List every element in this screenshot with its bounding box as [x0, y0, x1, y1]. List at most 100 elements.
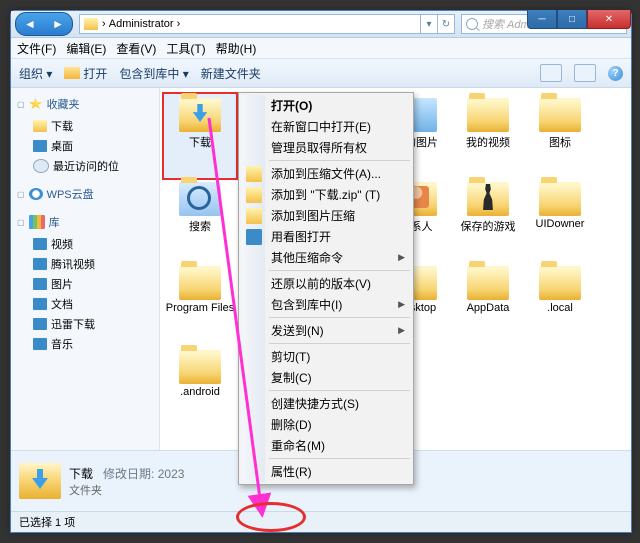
menu-edit[interactable]: 编辑(E): [66, 40, 106, 57]
ctx-delete[interactable]: 删除(D): [241, 414, 411, 435]
folder-uidowner[interactable]: UIDowner: [524, 178, 596, 262]
music-icon: [33, 338, 47, 350]
forward-icon: ►: [52, 17, 64, 31]
folder-icon: [539, 182, 581, 216]
help-icon[interactable]: ?: [608, 66, 623, 81]
status-bar: 已选择 1 项: [11, 511, 631, 532]
back-icon: ◄: [24, 17, 36, 31]
body: ▢ 收藏夹 下载 桌面 最近访问的位 ▢ WPS云盘 ▢: [11, 88, 631, 450]
desktop-icon: [33, 140, 47, 152]
refresh-button[interactable]: ↻: [438, 14, 455, 34]
sidebar-desktop[interactable]: 桌面: [15, 136, 155, 156]
sidebar-videos[interactable]: 视频: [15, 234, 155, 254]
ctx-copy[interactable]: 复制(C): [241, 367, 411, 388]
ctx-restore-previous[interactable]: 还原以前的版本(V): [241, 273, 411, 294]
toolbar-open[interactable]: 打开: [64, 65, 107, 82]
folder-appdata[interactable]: AppData: [452, 262, 524, 346]
ctx-open-image[interactable]: 用看图打开: [241, 226, 411, 247]
folder-local[interactable]: .local: [524, 262, 596, 346]
star-icon: [29, 98, 43, 110]
address-dropdown[interactable]: ▾: [421, 14, 438, 34]
ctx-add-image-zip[interactable]: 添加到图片压缩: [241, 205, 411, 226]
toolbar-new-folder[interactable]: 新建文件夹: [201, 65, 261, 82]
address-bar[interactable]: › Administrator ›: [79, 14, 421, 34]
ctx-other-compress[interactable]: 其他压缩命令▶: [241, 247, 411, 268]
expand-icon: ▢: [17, 100, 25, 109]
window-controls: ─ □ ✕: [527, 10, 631, 29]
video-icon: [33, 238, 47, 250]
minimize-button[interactable]: ─: [527, 10, 557, 29]
view-options-icon[interactable]: [540, 64, 562, 82]
zip-icon: [246, 166, 262, 182]
ctx-add-to-zip[interactable]: 添加到 "下载.zip" (T): [241, 184, 411, 205]
search-icon: [466, 18, 478, 30]
preview-pane-icon[interactable]: [574, 64, 596, 82]
wps-icon: [29, 188, 43, 200]
context-menu: 打开(O) 在新窗口中打开(E) 管理员取得所有权 添加到压缩文件(A)... …: [238, 92, 414, 485]
address-text: Administrator ›: [109, 18, 181, 30]
ctx-add-archive[interactable]: 添加到压缩文件(A)...: [241, 163, 411, 184]
submenu-arrow-icon: ▶: [398, 252, 405, 263]
folder-icon: [539, 266, 581, 300]
maximize-button[interactable]: □: [557, 10, 587, 29]
folder-saved-games[interactable]: 保存的游戏: [452, 178, 524, 262]
menu-file[interactable]: 文件(F): [17, 40, 56, 57]
toolbar: 组织 ▾ 打开 包含到库中 ▾ 新建文件夹 ?: [11, 59, 631, 88]
menu-tools[interactable]: 工具(T): [166, 40, 205, 57]
folder-icons[interactable]: 图标: [524, 94, 596, 178]
folder-icon: [467, 266, 509, 300]
nav-back-forward[interactable]: ◄ ►: [15, 12, 73, 36]
menu-help[interactable]: 帮助(H): [216, 40, 257, 57]
ctx-send-to[interactable]: 发送到(N)▶: [241, 320, 411, 341]
recent-icon: [33, 159, 49, 173]
sidebar-documents[interactable]: 文档: [15, 294, 155, 314]
folder-icon: [84, 18, 98, 30]
sidebar-music[interactable]: 音乐: [15, 334, 155, 354]
ctx-admin-ownership[interactable]: 管理员取得所有权: [241, 137, 411, 158]
pictures-icon: [33, 278, 47, 290]
folder-downloads[interactable]: 下载: [164, 94, 236, 178]
sidebar-xunlei[interactable]: 迅雷下载: [15, 314, 155, 334]
ctx-cut[interactable]: 剪切(T): [241, 346, 411, 367]
zip-icon: [246, 187, 262, 203]
folder-program-files[interactable]: Program Files: [164, 262, 236, 346]
close-button[interactable]: ✕: [587, 10, 631, 29]
sidebar-wps[interactable]: ▢ WPS云盘: [15, 184, 155, 204]
sidebar-downloads[interactable]: 下载: [15, 116, 155, 136]
ctx-open-new-window[interactable]: 在新窗口中打开(E): [241, 116, 411, 137]
ctx-open[interactable]: 打开(O): [241, 95, 411, 116]
sidebar-pictures[interactable]: 图片: [15, 274, 155, 294]
submenu-arrow-icon: ▶: [398, 325, 405, 336]
menu-view[interactable]: 查看(V): [116, 40, 156, 57]
toolbar-include-library[interactable]: 包含到库中 ▾: [119, 65, 188, 82]
sidebar-recent[interactable]: 最近访问的位: [15, 156, 155, 176]
selected-folder-icon: [19, 463, 61, 499]
ctx-create-shortcut[interactable]: 创建快捷方式(S): [241, 393, 411, 414]
expand-icon: ▢: [17, 218, 25, 227]
folder-search[interactable]: 搜索: [164, 178, 236, 262]
sidebar-tencent-video[interactable]: 腾讯视频: [15, 254, 155, 274]
sidebar-favorites[interactable]: ▢ 收藏夹: [15, 94, 155, 114]
folder-my-videos[interactable]: 我的视频: [452, 94, 524, 178]
folder-icon: [33, 120, 47, 132]
folder-icon: [179, 266, 221, 300]
download-icon: [33, 318, 47, 330]
folder-icon: [179, 98, 221, 132]
folder-android[interactable]: .android: [164, 346, 236, 430]
sidebar-libraries[interactable]: ▢ 库: [15, 212, 155, 232]
folder-icon: [539, 98, 581, 132]
explorer-window: ─ □ ✕ ◄ ► › Administrator › ▾ ↻ 搜索 Admin…: [10, 10, 632, 533]
library-icon: [29, 215, 45, 229]
ctx-include-library[interactable]: 包含到库中(I)▶: [241, 294, 411, 315]
ctx-properties[interactable]: 属性(R): [241, 461, 411, 482]
open-icon: [64, 67, 80, 79]
games-icon: [467, 182, 509, 216]
menu-bar: 文件(F) 编辑(E) 查看(V) 工具(T) 帮助(H): [11, 38, 631, 59]
navigation-pane: ▢ 收藏夹 下载 桌面 最近访问的位 ▢ WPS云盘 ▢: [11, 88, 160, 450]
toolbar-organize[interactable]: 组织 ▾: [19, 65, 52, 82]
selected-type: 文件夹: [69, 482, 184, 498]
ctx-rename[interactable]: 重命名(M): [241, 435, 411, 456]
selected-name: 下载: [69, 467, 93, 481]
folder-icon: [467, 98, 509, 132]
modified-value: 2023: [158, 467, 185, 481]
